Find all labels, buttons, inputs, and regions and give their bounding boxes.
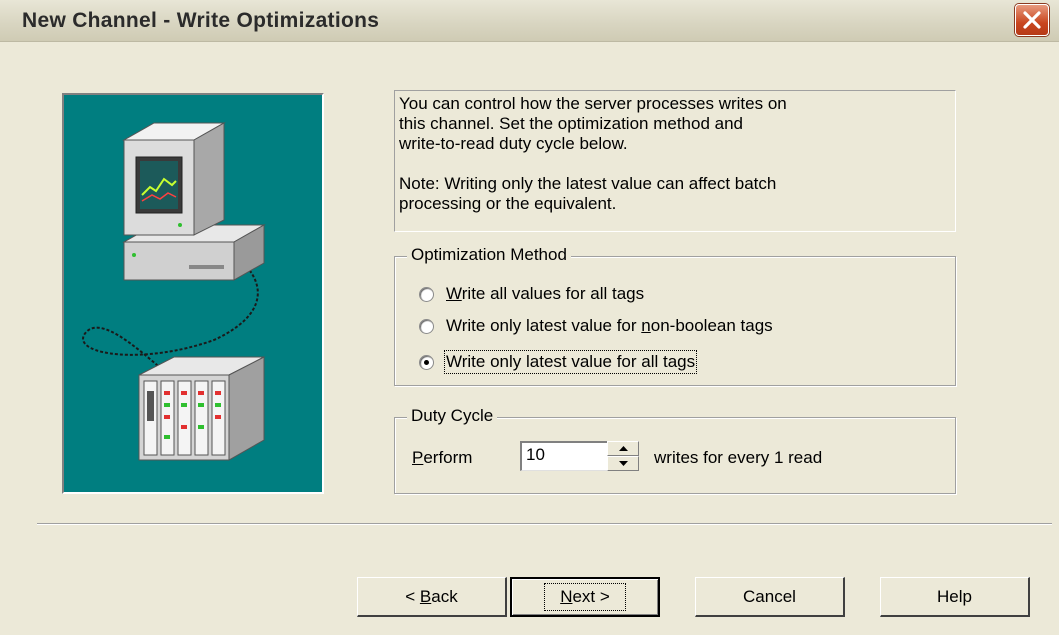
radio-label: Write only latest value for all tags	[443, 350, 698, 374]
back-button[interactable]: < Back	[357, 577, 507, 617]
duty-cycle-input[interactable]: 10	[520, 441, 608, 471]
close-icon	[1023, 11, 1041, 29]
spin-down-button[interactable]	[607, 456, 639, 471]
radio-label: Write only latest value for non-boolean …	[446, 316, 773, 335]
wizard-illustration	[62, 93, 324, 494]
duty-cycle-suffix: writes for every 1 read	[654, 448, 823, 467]
duty-cycle-spinner[interactable]	[607, 441, 639, 471]
radio-button-selected-icon[interactable]	[419, 354, 434, 370]
duty-cycle-legend: Duty Cycle	[407, 406, 498, 426]
description-panel: You can control how the server processes…	[394, 90, 956, 232]
help-button[interactable]: Help	[880, 577, 1030, 617]
perform-label: Perform	[412, 448, 473, 467]
radio-label: Write all values for all tags	[446, 284, 645, 303]
radio-write-latest-non-boolean[interactable]: Write only latest value for non-boolean …	[419, 314, 773, 338]
window-title: New Channel - Write Optimizations	[22, 9, 380, 32]
arrow-up-icon	[619, 446, 628, 451]
help-button-label: Help	[937, 586, 972, 606]
radio-write-latest-all[interactable]: Write only latest value for all tags	[419, 350, 698, 374]
cancel-button[interactable]: Cancel	[695, 577, 845, 617]
description-text: You can control how the server processes…	[399, 94, 787, 213]
radio-write-all-values[interactable]: Write all values for all tags	[419, 282, 644, 306]
separator	[37, 523, 1052, 525]
close-button[interactable]	[1015, 4, 1049, 36]
next-button[interactable]: Next >	[510, 577, 660, 617]
next-button-label: Next >	[544, 583, 626, 611]
back-button-label: < Back	[405, 586, 458, 606]
radio-button-icon[interactable]	[419, 286, 434, 302]
computer-plc-illustration-icon	[82, 122, 266, 461]
optimization-method-group: Optimization Method Write all values for…	[394, 245, 956, 386]
arrow-down-icon	[619, 461, 628, 466]
cancel-button-label: Cancel	[743, 586, 796, 606]
title-bar: New Channel - Write Optimizations	[0, 0, 1059, 42]
optimization-method-legend: Optimization Method	[407, 245, 571, 265]
spin-up-button[interactable]	[607, 441, 639, 456]
radio-button-icon[interactable]	[419, 318, 434, 334]
